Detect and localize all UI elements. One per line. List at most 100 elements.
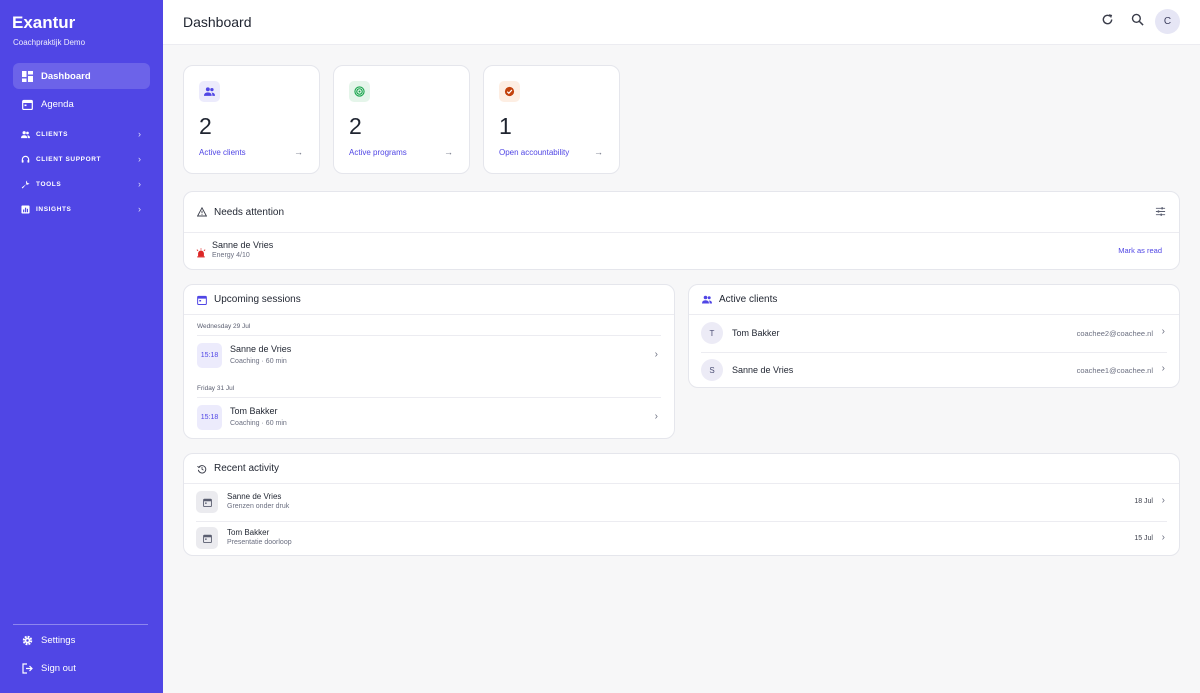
- sidebar-item-dashboard[interactable]: Dashboard: [13, 63, 150, 89]
- filter-button[interactable]: [1153, 206, 1167, 220]
- client-name: Tom Bakker: [732, 328, 780, 338]
- client-name: Tom Bakker: [227, 528, 270, 537]
- chevron-right-icon: ›: [1161, 495, 1165, 506]
- sidebar-item-agenda[interactable]: Agenda: [13, 91, 150, 117]
- panel-title: Upcoming sessions: [214, 294, 301, 305]
- stat-value: 2: [349, 113, 362, 139]
- sidebar-item-label: Dashboard: [41, 70, 91, 82]
- panel-title: Active clients: [719, 294, 778, 305]
- chart-icon: [21, 204, 30, 214]
- logout-icon: [22, 662, 33, 674]
- recent-activity-panel: Recent activity Sanne de Vries Grenzen o…: [183, 453, 1180, 556]
- top-bar: Dashboard C: [163, 0, 1200, 45]
- arrow-right-icon: →: [444, 147, 453, 157]
- panel-title: Recent activity: [214, 463, 280, 474]
- search-button[interactable]: [1127, 12, 1147, 32]
- people-icon: [21, 130, 30, 139]
- sidebar-item-sign-out[interactable]: Sign out: [13, 655, 150, 681]
- sidebar-item-label: Agenda: [41, 98, 74, 110]
- attention-detail: Energy 4/10: [212, 252, 250, 259]
- needs-attention-panel: Needs attention Sanne de Vries Energy 4/…: [183, 191, 1180, 270]
- check-circle-icon: [499, 81, 520, 102]
- chevron-right-icon: ›: [138, 204, 141, 214]
- sidebar-item-label: Settings: [41, 634, 76, 646]
- arrow-right-icon: →: [594, 147, 603, 157]
- client-row[interactable]: T Tom Bakker coachee2@coachee.nl ›: [689, 316, 1179, 352]
- people-icon: [702, 295, 712, 305]
- activity-detail: Presentatie doorloop: [227, 539, 292, 546]
- stat-card-active-clients[interactable]: 2 Active clients →: [183, 65, 320, 174]
- session-date: Wednesday 29 Jul: [197, 323, 251, 330]
- session-date: Friday 31 Jul: [197, 385, 235, 392]
- client-email: coachee1@coachee.nl: [1076, 366, 1153, 375]
- history-icon: [197, 464, 207, 474]
- stat-label: Open accountability: [499, 148, 570, 157]
- chevron-right-icon: ›: [1161, 363, 1165, 374]
- sidebar-group-label: INSIGHTS: [36, 205, 72, 213]
- sidebar-group-clients[interactable]: CLIENTS ›: [13, 126, 143, 142]
- sidebar: Exantur Coachpraktijk Demo Dashboard Age…: [0, 0, 163, 693]
- attention-item[interactable]: Sanne de Vries Energy 4/10: [212, 240, 273, 259]
- panel-header: Needs attention: [184, 192, 1179, 233]
- sidebar-group-label: TOOLS: [36, 180, 62, 188]
- panel-title: Needs attention: [214, 206, 285, 218]
- session-detail: Coaching · 60 min: [230, 358, 287, 365]
- chevron-right-icon: ›: [138, 129, 141, 139]
- sidebar-divider: [13, 624, 148, 625]
- arrow-right-icon: →: [294, 147, 303, 157]
- dashboard-icon: [22, 70, 33, 82]
- active-clients-panel: Active clients T Tom Bakker coachee2@coa…: [688, 284, 1180, 388]
- activity-date: 15 Jul: [1134, 535, 1153, 542]
- avatar[interactable]: C: [1155, 9, 1180, 34]
- wrench-icon: [21, 180, 30, 189]
- client-row[interactable]: S Sanne de Vries coachee1@coachee.nl ›: [689, 353, 1179, 389]
- calendar-icon: [196, 527, 218, 549]
- sidebar-group-client-support[interactable]: CLIENT SUPPORT ›: [13, 151, 143, 167]
- page-title: Dashboard: [183, 14, 252, 30]
- organization-name: Coachpraktijk Demo: [13, 38, 86, 47]
- mark-as-read-button[interactable]: Mark as read: [1118, 246, 1162, 255]
- sidebar-item-settings[interactable]: Settings: [13, 627, 150, 653]
- people-icon: [199, 81, 220, 102]
- brand-logo[interactable]: Exantur: [12, 13, 75, 33]
- stat-value: 1: [499, 113, 512, 139]
- chevron-right-icon: ›: [654, 411, 658, 422]
- stat-label: Active programs: [349, 148, 407, 157]
- stat-card-active-programs[interactable]: 2 Active programs →: [333, 65, 470, 174]
- panel-header: Recent activity: [184, 454, 1179, 484]
- refresh-icon: [1101, 13, 1114, 31]
- panel-header: Active clients: [689, 285, 1179, 315]
- support-icon: [21, 155, 30, 164]
- warning-icon: [197, 207, 207, 217]
- search-icon: [1131, 13, 1144, 31]
- client-email: coachee2@coachee.nl: [1076, 329, 1153, 338]
- client-name: Sanne de Vries: [230, 344, 292, 354]
- avatar: S: [701, 359, 723, 381]
- client-name: Tom Bakker: [230, 406, 278, 416]
- activity-date: 18 Jul: [1134, 498, 1153, 505]
- sidebar-group-insights[interactable]: INSIGHTS ›: [13, 201, 143, 217]
- activity-row[interactable]: Sanne de Vries Grenzen onder druk 18 Jul…: [184, 485, 1179, 521]
- calendar-icon: [22, 99, 33, 110]
- session-row[interactable]: 15:18 Sanne de Vries Coaching · 60 min ›: [184, 342, 674, 372]
- session-time-badge: 15:18: [197, 343, 222, 368]
- upcoming-sessions-panel: Upcoming sessions Wednesday 29 Jul 15:18…: [183, 284, 675, 439]
- target-icon: [349, 81, 370, 102]
- refresh-button[interactable]: [1097, 12, 1117, 32]
- chevron-right-icon: ›: [1161, 326, 1165, 337]
- alarm-icon: [196, 245, 206, 263]
- stat-label: Active clients: [199, 148, 246, 157]
- calendar-icon: [197, 295, 207, 305]
- stat-card-open-accountability[interactable]: 1 Open accountability →: [483, 65, 620, 174]
- gear-icon: [22, 635, 33, 646]
- divider: [197, 335, 661, 336]
- sidebar-group-tools[interactable]: TOOLS ›: [13, 176, 143, 192]
- chevron-right-icon: ›: [654, 349, 658, 360]
- divider: [197, 397, 661, 398]
- stat-value: 2: [199, 113, 212, 139]
- calendar-icon: [196, 491, 218, 513]
- activity-row[interactable]: Tom Bakker Presentatie doorloop 15 Jul ›: [184, 522, 1179, 557]
- session-row[interactable]: 15:18 Tom Bakker Coaching · 60 min ›: [184, 404, 674, 434]
- sidebar-item-label: Sign out: [41, 662, 76, 674]
- sidebar-group-label: CLIENTS: [36, 130, 69, 138]
